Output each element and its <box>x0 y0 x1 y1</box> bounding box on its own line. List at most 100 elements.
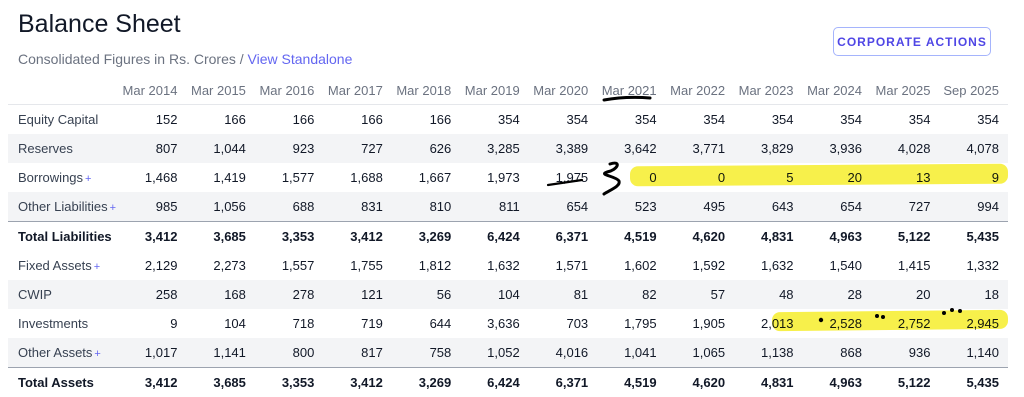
row-label: Investments <box>8 309 118 338</box>
table-cell: 6,424 <box>460 222 528 252</box>
table-cell: 258 <box>118 280 186 309</box>
table-row[interactable]: Fixed Assets+2,1292,2731,5571,7551,8121,… <box>8 251 1008 280</box>
table-cell: 1,905 <box>666 309 734 338</box>
table-row[interactable]: Other Assets+1,0171,1418008177581,0524,0… <box>8 338 1008 368</box>
table-cell: 0 <box>666 163 734 192</box>
table-cell: 5,122 <box>871 222 939 252</box>
expand-plus-icon[interactable]: + <box>94 348 100 360</box>
table-cell: 1,141 <box>186 338 254 368</box>
table-cell: 1,017 <box>118 338 186 368</box>
table-row: Equity Capital15216616616616635435435435… <box>8 105 1008 135</box>
table-cell: 3,389 <box>529 134 597 163</box>
table-cell: 354 <box>803 105 871 135</box>
balance-sheet-table: Mar 2014Mar 2015Mar 2016Mar 2017Mar 2018… <box>8 77 1008 397</box>
column-header: Sep 2025 <box>939 77 1008 105</box>
table-cell: 81 <box>529 280 597 309</box>
table-cell: 28 <box>803 280 871 309</box>
table-cell: 1,632 <box>460 251 528 280</box>
table-cell: 2,273 <box>186 251 254 280</box>
expand-plus-icon[interactable]: + <box>110 202 116 214</box>
table-cell: 3,412 <box>118 222 186 252</box>
table-cell: 5,435 <box>939 222 1008 252</box>
table-cell: 2,752 <box>871 309 939 338</box>
table-cell: 654 <box>803 192 871 222</box>
table-cell: 4,831 <box>734 368 802 397</box>
table-cell: 1,540 <box>803 251 871 280</box>
column-header: Mar 2024 <box>803 77 871 105</box>
row-label[interactable]: Other Assets+ <box>8 338 118 368</box>
table-cell: 1,755 <box>323 251 391 280</box>
view-standalone-link[interactable]: View Standalone <box>248 51 353 67</box>
table-cell: 354 <box>734 105 802 135</box>
column-header: Mar 2025 <box>871 77 939 105</box>
table-cell: 13 <box>871 163 939 192</box>
table-cell: 2,528 <box>803 309 871 338</box>
table-cell: 3,412 <box>323 368 391 397</box>
table-cell: 20 <box>871 280 939 309</box>
row-label: Total Assets <box>8 368 118 397</box>
table-cell: 4,963 <box>803 222 871 252</box>
row-label-text: Other Assets <box>18 345 92 360</box>
table-cell: 4,620 <box>666 222 734 252</box>
row-label-text: Borrowings <box>18 170 83 185</box>
column-header: Mar 2022 <box>666 77 734 105</box>
table-cell: 354 <box>871 105 939 135</box>
table-cell: 5,435 <box>939 368 1008 397</box>
column-header: Mar 2016 <box>255 77 323 105</box>
table-cell: 495 <box>666 192 734 222</box>
table-row[interactable]: Borrowings+1,4681,4191,5771,6881,6671,97… <box>8 163 1008 192</box>
row-label[interactable]: Other Liabilities+ <box>8 192 118 222</box>
expand-plus-icon[interactable]: + <box>85 173 91 185</box>
table-cell: 3,353 <box>255 368 323 397</box>
table-cell: 1,065 <box>666 338 734 368</box>
table-cell: 1,415 <box>871 251 939 280</box>
table-cell: 4,028 <box>871 134 939 163</box>
corporate-actions-button[interactable]: CORPORATE ACTIONS <box>833 27 991 56</box>
table-cell: 994 <box>939 192 1008 222</box>
table-cell: 3,412 <box>323 222 391 252</box>
table-row: CWIP2581682781215610481825748282018 <box>8 280 1008 309</box>
table-body: Equity Capital15216616616616635435435435… <box>8 105 1008 397</box>
table-cell: 354 <box>529 105 597 135</box>
table-cell: 1,044 <box>186 134 254 163</box>
column-header: Mar 2014 <box>118 77 186 105</box>
table-cell: 1,332 <box>939 251 1008 280</box>
row-label: Total Liabilities <box>8 222 118 252</box>
table-row: Total Liabilities3,4123,6853,3533,4123,2… <box>8 222 1008 252</box>
table-cell: 9 <box>118 309 186 338</box>
table-cell: 643 <box>734 192 802 222</box>
table-cell: 800 <box>255 338 323 368</box>
table-cell: 3,269 <box>392 222 460 252</box>
column-header: Mar 2023 <box>734 77 802 105</box>
table-cell: 703 <box>529 309 597 338</box>
table-cell: 56 <box>392 280 460 309</box>
row-label-text: Total Liabilities <box>18 229 112 244</box>
row-label[interactable]: Fixed Assets+ <box>8 251 118 280</box>
table-cell: 688 <box>255 192 323 222</box>
table-cell: 18 <box>939 280 1008 309</box>
row-label-text: CWIP <box>18 287 52 302</box>
table-cell: 1,973 <box>460 163 528 192</box>
table-cell: 354 <box>939 105 1008 135</box>
table-cell: 0 <box>597 163 665 192</box>
table-cell: 758 <box>392 338 460 368</box>
table-cell: 810 <box>392 192 460 222</box>
table-cell: 1,795 <box>597 309 665 338</box>
table-cell: 523 <box>597 192 665 222</box>
table-cell: 807 <box>118 134 186 163</box>
table-cell: 626 <box>392 134 460 163</box>
table-cell: 1,592 <box>666 251 734 280</box>
table-cell: 4,831 <box>734 222 802 252</box>
row-label: CWIP <box>8 280 118 309</box>
row-label[interactable]: Borrowings+ <box>8 163 118 192</box>
table-cell: 104 <box>186 309 254 338</box>
table-cell: 104 <box>460 280 528 309</box>
table-header-row: Mar 2014Mar 2015Mar 2016Mar 2017Mar 2018… <box>8 77 1008 105</box>
table-cell: 6,424 <box>460 368 528 397</box>
column-header: Mar 2021 <box>597 77 665 105</box>
table-cell: 82 <box>597 280 665 309</box>
column-header: Mar 2015 <box>186 77 254 105</box>
expand-plus-icon[interactable]: + <box>94 261 100 273</box>
table-cell: 719 <box>323 309 391 338</box>
table-row[interactable]: Other Liabilities+9851,05668883181081165… <box>8 192 1008 222</box>
